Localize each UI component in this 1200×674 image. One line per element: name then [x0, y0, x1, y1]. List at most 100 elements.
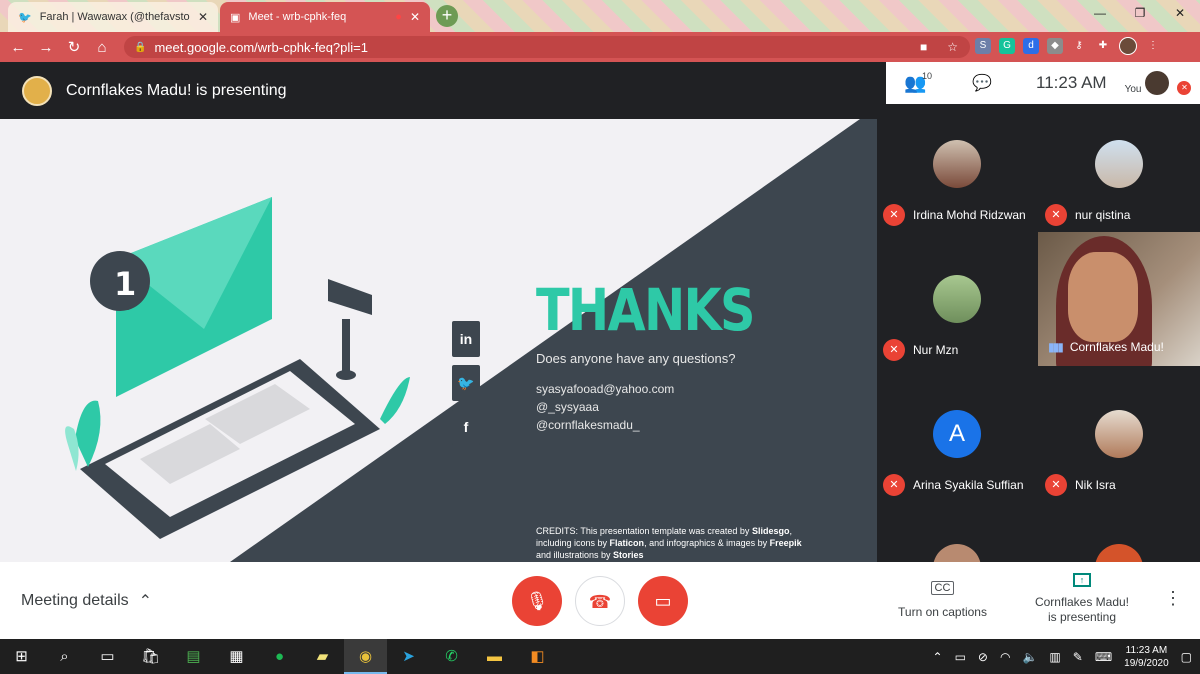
call-controls-bar: Meeting details ⌃ 🎙 ☎ ▭ CC Turn on capti… [0, 562, 1200, 639]
more-options-icon[interactable]: ⋮ [1164, 588, 1182, 609]
extension-s-icon[interactable]: S [975, 38, 991, 54]
restore-icon[interactable]: ❐ [1120, 0, 1160, 28]
keyboard-icon[interactable]: ⌨ [1095, 650, 1112, 664]
volume-icon[interactable]: 🔈 [1022, 650, 1037, 664]
network-off-icon[interactable]: ⊘ [978, 650, 988, 664]
pen-icon[interactable]: ✎ [1073, 650, 1083, 664]
participant-tile[interactable]: ✕ Nik Isra [1039, 374, 1199, 504]
puzzle-icon[interactable]: ✚ [1095, 38, 1111, 54]
minimize-icon[interactable]: — [1080, 0, 1120, 28]
avatar [1095, 544, 1143, 562]
captions-label: Turn on captions [898, 605, 987, 619]
windows-taskbar: ⊞ ⌕ ▭ 🛍 ▤ ▦ ● ▰ ◉ ➤ ✆ ▬ ◧ ⌃ ▭ ⊘ ◠ 🔈 ▥ ✎ … [0, 639, 1200, 674]
participant-name-row: ✕ nur qistina [1045, 204, 1130, 226]
participant-tile[interactable]: ✕ Nur Mzn [877, 239, 1037, 369]
credits-stories: Stories [613, 550, 644, 560]
sticky-notes-icon[interactable]: ▰ [301, 639, 344, 674]
participant-name-row: ✕ Nur Mzn [883, 339, 958, 361]
presenter-video-tile[interactable]: ▮▮▮ Cornflakes Madu! [1038, 232, 1200, 366]
meeting-clock: 11:23 AM [1036, 73, 1107, 92]
store-icon[interactable]: 🛍 [129, 639, 172, 674]
taskbar-time: 11:23 AM [1125, 644, 1168, 656]
telegram-icon[interactable]: ➤ [387, 639, 430, 674]
avatar [1145, 71, 1170, 95]
notification-badge-text: 1 [114, 265, 136, 303]
presenting-title: Cornflakes Madu! is presenting [66, 81, 287, 99]
reload-icon[interactable]: ↻ [60, 38, 88, 56]
participant-tile[interactable]: ✕ Irdina Mohd Ridzwan [877, 104, 1037, 234]
mic-off-icon: ✕ [1045, 204, 1067, 226]
mic-off-icon: ✕ [883, 204, 905, 226]
avatar [1095, 410, 1143, 458]
slide-text-block: THANKS Does anyone have any questions? s… [536, 279, 792, 434]
presenting-line2: is presenting [1047, 610, 1117, 624]
profile-avatar[interactable] [1119, 37, 1137, 55]
app-g-icon[interactable]: ◧ [516, 639, 559, 674]
tab-twitter[interactable]: 🐦 Farah | Wawawax (@thefavstop) ✕ [8, 2, 218, 32]
self-view[interactable]: You ✕ [1125, 71, 1192, 95]
new-tab-button[interactable]: + [436, 5, 458, 27]
file-explorer-icon[interactable]: ▬ [473, 639, 516, 674]
captions-icon: CC [930, 581, 955, 595]
tab-title: Farah | Wawawax (@thefavstop) [39, 11, 190, 23]
twitter-icon: 🐦 [452, 365, 480, 401]
key-icon[interactable]: ⚷ [1071, 38, 1087, 54]
presenting-button[interactable]: ↑ Cornflakes Madu! is presenting [1028, 572, 1136, 625]
back-icon[interactable]: ← [4, 39, 32, 56]
participant-name: Arina Syakila Suffian [913, 478, 1024, 492]
hang-up-button[interactable]: ☎ [575, 576, 625, 626]
chat-icon[interactable]: 💬 [972, 73, 1012, 93]
calendar-icon[interactable]: ▦ [215, 639, 258, 674]
mic-off-icon: ✕ [1177, 81, 1192, 95]
people-icon[interactable]: 👥 10 [904, 71, 952, 94]
presenting-header: Cornflakes Madu! is presenting [0, 62, 886, 119]
close-icon[interactable]: ✕ [198, 10, 208, 24]
extension-grammarly-icon[interactable]: G [999, 38, 1015, 54]
search-icon[interactable]: ⌕ [43, 639, 86, 674]
bookmark-star-icon[interactable]: ☆ [947, 40, 958, 54]
home-icon[interactable]: ⌂ [88, 39, 116, 56]
clipboard-icon[interactable]: ▥ [1049, 650, 1060, 664]
tab-strip: 🐦 Farah | Wawawax (@thefavstop) ✕ ▣ Meet… [0, 0, 1200, 32]
spotify-icon[interactable]: ● [258, 639, 301, 674]
close-icon[interactable]: ✕ [410, 10, 420, 24]
participant-tile[interactable]: ✕ nur qistina [1039, 104, 1199, 234]
contact-handle: @cornflakesmadu_ [536, 418, 640, 432]
avatar [1095, 140, 1143, 188]
whatsapp-icon[interactable]: ✆ [430, 639, 473, 674]
mic-toggle-button[interactable]: 🎙 [512, 576, 562, 626]
taskbar-clock[interactable]: 11:23 AM 19/9/2020 [1124, 644, 1169, 670]
camera-icon[interactable]: ■ [920, 40, 927, 54]
contact-handle: @_sysyaaa [536, 400, 599, 414]
meeting-details-button[interactable]: Meeting details ⌃ [21, 591, 152, 611]
avatar: A [933, 410, 981, 458]
shield-icon[interactable]: ◆ [1047, 38, 1063, 54]
avatar [933, 544, 981, 562]
participant-name: nur qistina [1075, 208, 1131, 222]
address-bar[interactable]: 🔒 meet.google.com/wrb-cphk-feq?pli=1 ■ ☆ [124, 36, 970, 58]
mic-off-icon: ✕ [1045, 474, 1067, 496]
battery-icon[interactable]: ▭ [955, 650, 966, 664]
participant-tile[interactable]: A ✕ Arina Syakila Suffian [877, 374, 1037, 504]
linkedin-icon: in [452, 321, 480, 357]
chrome-icon[interactable]: ◉ [344, 639, 387, 674]
captions-button[interactable]: CC Turn on captions [890, 580, 995, 619]
extension-d-icon[interactable]: d [1023, 38, 1039, 54]
chevron-up-icon[interactable]: ⌃ [933, 650, 943, 664]
menu-dots-icon[interactable]: ⋮ [1145, 38, 1161, 54]
participant-name: Cornflakes Madu! [1069, 340, 1164, 354]
wifi-icon[interactable]: ◠ [1000, 650, 1010, 664]
phone-hangup-icon: ☎ [588, 592, 612, 612]
task-view-icon[interactable]: ▭ [86, 639, 129, 674]
windows-start-icon[interactable]: ⊞ [0, 639, 43, 674]
slide-credits: CREDITS: This presentation template was … [536, 525, 816, 561]
mic-off-icon: 🎙 [525, 591, 549, 611]
tab-meet[interactable]: ▣ Meet - wrb-cphk-feq ● ✕ [220, 2, 430, 32]
close-window-icon[interactable]: ✕ [1160, 0, 1200, 28]
forward-icon[interactable]: → [32, 39, 60, 56]
notifications-icon[interactable]: ▢ [1181, 650, 1192, 664]
avatar [933, 275, 981, 323]
participant-name-row: ✕ Nik Isra [1045, 474, 1116, 496]
notes-app-icon[interactable]: ▤ [172, 639, 215, 674]
camera-toggle-button[interactable]: ▭ [638, 576, 688, 626]
